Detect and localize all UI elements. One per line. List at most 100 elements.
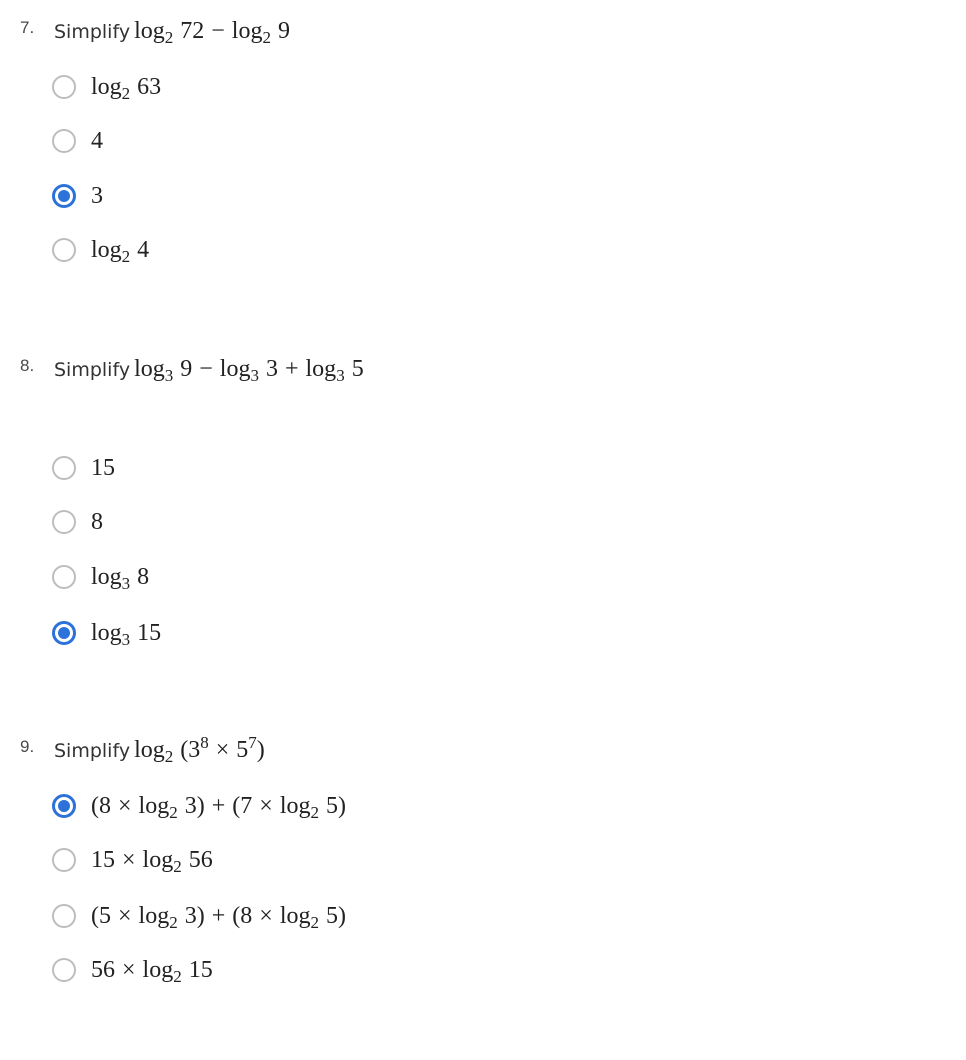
option-label: (5 × log2 3) + (8 × log2 5) xyxy=(91,902,346,932)
option-label: log3 8 xyxy=(91,564,149,592)
math-fn: log xyxy=(134,356,165,382)
answer-option[interactable]: 4 xyxy=(52,126,103,156)
radio-button-selected[interactable] xyxy=(52,621,76,645)
math-arg: 3 xyxy=(265,356,278,382)
radio-button[interactable] xyxy=(52,510,76,534)
prompt-word: Simplify xyxy=(54,359,131,381)
math-arg: 72 xyxy=(180,18,205,44)
radio-button[interactable] xyxy=(52,565,76,589)
prompt-math: log3 9− log3 3 + log3 5 xyxy=(134,356,364,385)
math-operator: × xyxy=(122,956,136,983)
math-fn: log xyxy=(305,356,337,382)
answer-option[interactable]: log3 8 xyxy=(52,562,149,592)
math-operator: + xyxy=(284,356,299,382)
question-prompt: Simplify log3 9− log3 3 + log3 5 xyxy=(54,356,364,385)
answer-option[interactable]: 15 × log2 56 xyxy=(52,845,213,875)
question-number: 7. xyxy=(20,18,35,37)
math-arg: 3 xyxy=(184,902,197,929)
answer-option[interactable]: 56 × log2 15 xyxy=(52,955,213,985)
math-fn: log xyxy=(134,737,165,763)
math-number: 5 xyxy=(99,902,111,929)
question-number: 8. xyxy=(20,356,35,375)
math-base: 2 xyxy=(164,28,174,47)
answer-option[interactable]: (8 × log2 3) + (7 × log2 5) xyxy=(52,791,346,821)
radio-button[interactable] xyxy=(52,848,76,872)
prompt-word: Simplify xyxy=(54,21,131,43)
answer-option[interactable]: (5 × log2 3) + (8 × log2 5) xyxy=(52,901,346,931)
math-number: 5 xyxy=(236,737,249,763)
math-operator: − xyxy=(199,356,213,382)
math-base: 2 xyxy=(310,802,319,822)
math-arg: 9 xyxy=(180,356,193,382)
math-number: 3 xyxy=(188,737,201,763)
math-paren: ) xyxy=(196,792,205,819)
math-fn: log xyxy=(142,846,174,873)
option-label: 15 xyxy=(91,454,115,481)
radio-button[interactable] xyxy=(52,456,76,480)
radio-button[interactable] xyxy=(52,958,76,982)
math-arg: 15 xyxy=(188,956,213,983)
math-base: 2 xyxy=(121,83,131,103)
math-fn: log xyxy=(138,792,170,819)
math-base: 2 xyxy=(169,802,178,822)
math-number: 8 xyxy=(99,792,111,819)
radio-button[interactable] xyxy=(52,238,76,262)
answer-option[interactable]: 8 xyxy=(52,507,103,537)
radio-button[interactable] xyxy=(52,75,76,99)
question-prompt: Simplify log2 72− log2 9 xyxy=(54,18,290,47)
answer-option[interactable]: log2 4 xyxy=(52,235,149,265)
math-paren: ( xyxy=(180,737,189,763)
math-operator: + xyxy=(211,902,226,929)
math-base: 2 xyxy=(173,856,182,876)
answer-option[interactable]: 15 xyxy=(52,453,115,483)
math-fn: log xyxy=(279,792,311,819)
radio-button[interactable] xyxy=(52,129,76,153)
math-operator: × xyxy=(259,902,273,929)
math-operator: × xyxy=(118,792,132,819)
math-paren: ) xyxy=(196,902,205,929)
option-label: 4 xyxy=(91,127,103,154)
math-fn: log xyxy=(91,73,122,100)
math-number: 15 xyxy=(91,846,115,873)
math-exponent: 8 xyxy=(200,733,209,752)
option-label: log2 63 xyxy=(91,73,162,103)
math-operator: × xyxy=(122,846,136,873)
math-base: 2 xyxy=(164,747,174,766)
math-number: 8 xyxy=(240,902,253,929)
math-base: 2 xyxy=(173,966,182,986)
radio-button-selected[interactable] xyxy=(52,184,76,208)
math-fn: log xyxy=(279,902,311,929)
math-paren: ) xyxy=(337,902,346,929)
math-fn: log xyxy=(134,18,165,44)
option-label: 8 xyxy=(91,508,103,535)
math-paren: ( xyxy=(91,792,99,819)
math-base: 2 xyxy=(169,912,178,932)
math-arg: 3 xyxy=(184,792,197,819)
option-label: 3 xyxy=(91,182,103,209)
math-fn: log xyxy=(91,236,122,263)
math-arg: 5 xyxy=(325,792,338,819)
option-label: 15 × log2 56 xyxy=(91,846,213,876)
math-arg: 9 xyxy=(277,18,290,44)
question-prompt: Simplify log2 (38 × 57) xyxy=(54,734,265,766)
answer-option[interactable]: log2 63 xyxy=(52,72,161,102)
math-base: 2 xyxy=(310,912,319,932)
prompt-math: log2 (38 × 57) xyxy=(134,734,265,766)
math-number: 56 xyxy=(91,956,115,983)
math-fn: log xyxy=(138,902,170,929)
math-paren: ( xyxy=(91,902,99,929)
math-paren: ) xyxy=(337,792,346,819)
math-exponent: 7 xyxy=(248,733,257,752)
prompt-word: Simplify xyxy=(54,740,131,762)
math-base: 3 xyxy=(250,366,259,385)
math-operator: × xyxy=(118,902,132,929)
math-fn: log xyxy=(142,956,174,983)
math-arg: 63 xyxy=(137,73,162,100)
question-number: 9. xyxy=(20,737,35,756)
answer-option[interactable]: 3 xyxy=(52,181,103,211)
radio-button[interactable] xyxy=(52,904,76,928)
math-base: 2 xyxy=(262,28,271,47)
math-arg: 5 xyxy=(351,356,364,382)
answer-option[interactable]: log3 15 xyxy=(52,618,161,648)
radio-button-selected[interactable] xyxy=(52,794,76,818)
